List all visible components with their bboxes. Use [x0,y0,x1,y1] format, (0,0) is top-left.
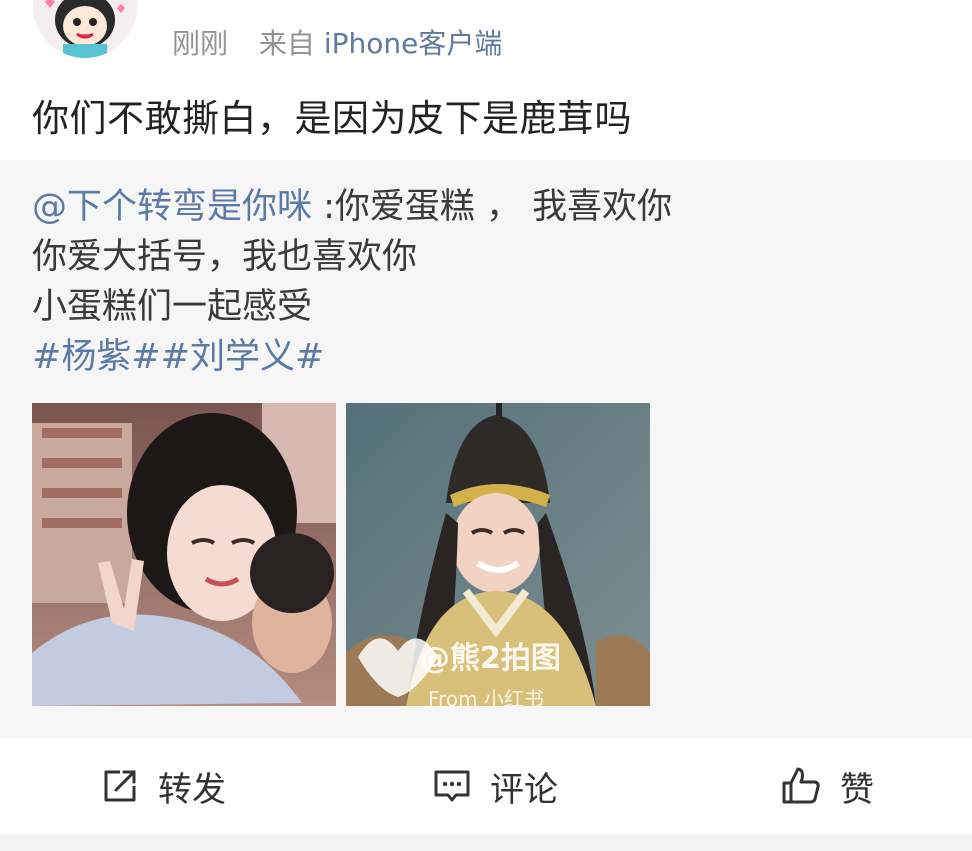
like-button[interactable]: 赞 [780,738,874,834]
weibo-post: 刚刚 来自 iPhone客户端 你们不敢撕白，是因为皮下是鹿茸吗 @下个转弯是你… [0,0,972,851]
source-prefix: 来自 [258,27,315,60]
post-header: 刚刚 来自 iPhone客户端 [0,0,972,80]
retweet-text: @下个转弯是你咪 :你爱蛋糕 ， 我喜欢你 你爱大括号，我也喜欢你 小蛋糕们一起… [32,182,672,382]
post-time: 刚刚 [172,27,229,60]
repost-button[interactable]: 转发 [100,738,226,834]
photo-grid: @熊2拍图 From 小红书 [32,403,652,706]
hashtag-links[interactable]: #杨紫##刘学义# [32,332,672,382]
post-text: 你们不敢撕白，是因为皮下是鹿茸吗 [32,97,632,140]
mention-link[interactable]: @下个转弯是你咪 [32,187,312,227]
bottom-separator [0,834,972,851]
photo-watermark: @熊2拍图 [420,641,561,676]
like-label: 赞 [840,769,874,810]
thumbs-up-icon [780,765,822,807]
source-device-link[interactable]: iPhone客户端 [324,27,503,60]
retweet-line-1-text: :你爱蛋糕 ， 我喜欢你 [312,187,673,227]
action-bar: 转发 评论 赞 [0,738,972,834]
photo-1[interactable] [32,403,336,706]
comment-label: 评论 [490,769,558,810]
comment-icon [432,766,472,806]
post-meta: 刚刚 来自 iPhone客户端 [172,22,502,62]
photo-2[interactable]: @熊2拍图 From 小红书 [346,403,650,706]
username-cropped[interactable] [172,0,412,2]
retweeted-post[interactable]: @下个转弯是你咪 :你爱蛋糕 ， 我喜欢你 你爱大括号，我也喜欢你 小蛋糕们一起… [0,160,972,738]
retweet-line-1: @下个转弯是你咪 :你爱蛋糕 ， 我喜欢你 [32,182,672,232]
repost-label: 转发 [158,769,226,810]
comment-button[interactable]: 评论 [432,738,558,834]
retweet-line-2: 你爱大括号，我也喜欢你 [32,237,418,277]
retweet-line-3: 小蛋糕们一起感受 [32,287,313,327]
share-icon [100,766,140,806]
photo-watermark-source: From 小红书 [428,687,544,706]
avatar[interactable] [33,0,137,58]
